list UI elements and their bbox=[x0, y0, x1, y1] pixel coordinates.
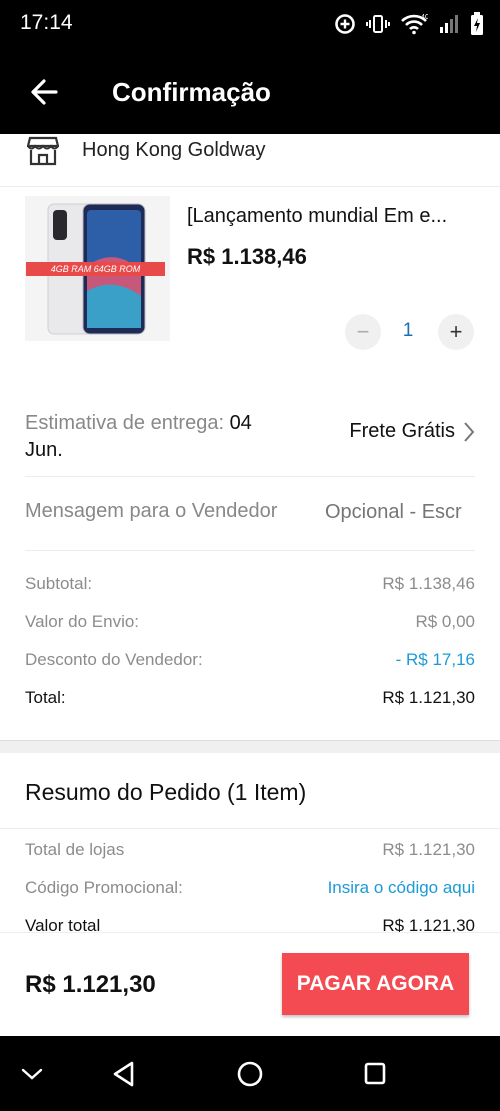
seller-message-label: Mensagem para o Vendedor bbox=[25, 500, 278, 522]
order-content: Hong Kong Goldway 4GB RAM 64GB ROM [Lanç… bbox=[0, 134, 500, 932]
divider bbox=[25, 476, 475, 477]
stores-total-label: Total de lojas bbox=[25, 840, 125, 859]
seller-discount-value: - R$ 17,16 bbox=[395, 650, 475, 669]
minus-icon: − bbox=[356, 319, 370, 344]
vibrate-icon bbox=[366, 15, 390, 33]
divider bbox=[0, 828, 500, 829]
product-price: R$ 1.138,46 bbox=[187, 244, 307, 269]
subtotal-label: Subtotal: bbox=[25, 574, 93, 593]
footer-total: R$ 1.121,30 bbox=[25, 971, 156, 998]
image-banner: 4GB RAM 64GB ROM bbox=[26, 262, 165, 276]
pay-now-button[interactable]: PAGAR AGORA bbox=[282, 953, 469, 1015]
shipping-cost-label: Valor do Envio: bbox=[25, 612, 140, 631]
nav-home-icon[interactable] bbox=[235, 1059, 265, 1089]
product-title[interactable]: [Lançamento mundial Em e... bbox=[187, 205, 477, 228]
promo-code-label: Código Promocional: bbox=[25, 878, 183, 897]
signal-icon bbox=[440, 15, 458, 33]
delivery-estimate-date-line2: Jun. bbox=[25, 439, 63, 461]
total-value: R$ 1.121,30 bbox=[382, 688, 475, 707]
plus-icon: + bbox=[449, 319, 463, 344]
page-title: Confirmação bbox=[112, 77, 271, 107]
arrow-left-icon bbox=[31, 79, 58, 105]
shipping-option[interactable]: Frete Grátis bbox=[349, 420, 475, 443]
status-time: 17:14 bbox=[20, 11, 73, 34]
delivery-estimate-date: 04 bbox=[229, 412, 252, 434]
grand-total-label: Valor total bbox=[25, 916, 101, 932]
total-label: Total: bbox=[25, 688, 66, 707]
store-name[interactable]: Hong Kong Goldway bbox=[82, 139, 265, 162]
store-icon bbox=[27, 136, 59, 166]
status-icons: 4G bbox=[334, 10, 484, 38]
stores-total-value: R$ 1.121,30 bbox=[382, 840, 475, 859]
back-button[interactable] bbox=[26, 74, 66, 110]
data-saver-icon bbox=[335, 14, 355, 34]
shipping-label: Frete Grátis bbox=[349, 420, 455, 442]
nav-recents-icon[interactable] bbox=[362, 1060, 388, 1088]
increase-quantity-button[interactable]: + bbox=[438, 314, 474, 350]
decrease-quantity-button[interactable]: − bbox=[345, 314, 381, 350]
order-summary-title: Resumo do Pedido (1 Item) bbox=[25, 779, 307, 805]
battery-icon bbox=[471, 12, 483, 35]
shipping-cost-value: R$ 0,00 bbox=[415, 612, 475, 631]
quantity-value[interactable]: 1 bbox=[398, 320, 418, 342]
subtotal-value: R$ 1.138,46 bbox=[382, 574, 475, 593]
grand-total-value: R$ 1.121,30 bbox=[382, 916, 475, 932]
chevron-down-icon[interactable] bbox=[18, 1062, 46, 1086]
seller-message-input[interactable] bbox=[325, 498, 475, 526]
chevron-right-icon bbox=[464, 421, 475, 442]
delivery-estimate-label: Estimativa de entrega: bbox=[25, 412, 224, 434]
nav-back-icon[interactable] bbox=[110, 1059, 138, 1089]
network-type: 4G bbox=[421, 14, 428, 21]
divider bbox=[25, 550, 475, 551]
promo-code-link[interactable]: Insira o código aqui bbox=[328, 878, 475, 898]
seller-discount-label: Desconto do Vendedor: bbox=[25, 650, 203, 669]
product-image[interactable]: 4GB RAM 64GB ROM bbox=[25, 196, 170, 341]
wifi-icon: 4G bbox=[401, 14, 428, 35]
section-separator bbox=[0, 740, 500, 753]
delivery-estimate: Estimativa de entrega: 04 Jun. bbox=[25, 410, 305, 464]
divider bbox=[0, 186, 500, 187]
